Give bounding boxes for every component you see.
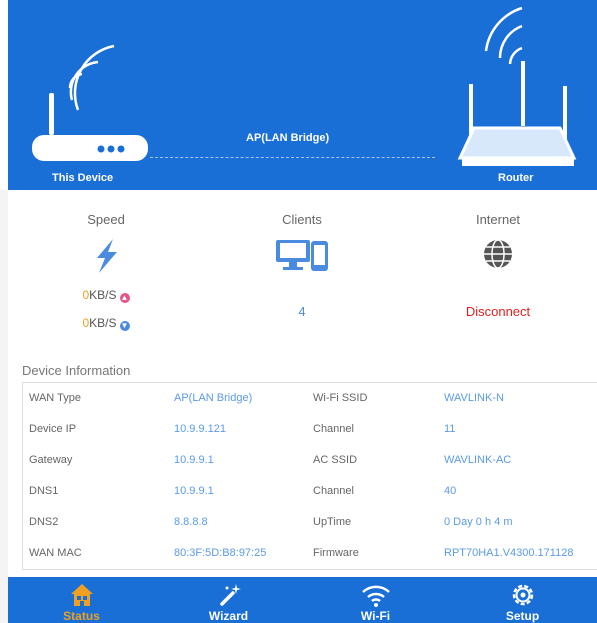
info-value: WAVLINK-N [444,392,504,404]
info-key: UpTime [313,516,352,528]
info-key: Channel [313,423,354,435]
tab-status[interactable]: Status [8,577,155,623]
internet-section: Internet Disconnect [400,190,596,355]
info-key: WAN MAC [29,547,82,559]
info-value: 40 [444,485,457,497]
internet-title: Internet [475,212,521,227]
tab-wifi[interactable]: Wi-Fi [302,577,449,623]
connection-mode: AP(LAN Bridge) [246,132,330,144]
info-row: DNS2 8.8.8.8 UpTime 0 Day 0 h 4 m [23,507,597,538]
tab-wizard[interactable]: Wizard [155,577,302,623]
upload-speed: 0KB/S ▲ [8,288,204,303]
tab-setup[interactable]: Setup [449,577,596,623]
info-value: 11 [444,423,456,435]
device-info-table: WAN Type AP(LAN Bridge) Wi-Fi SSID WAVLI… [22,382,597,570]
tab-label: Wizard [208,609,249,623]
info-value: 0 Day 0 h 4 m [444,516,513,528]
tab-label: Status [63,609,100,623]
speed-title: Speed [87,212,125,227]
wand-icon [219,584,241,606]
tab-label: Wi-Fi [360,609,391,623]
upload-unit: KB/S [89,288,117,302]
info-key: Device IP [29,423,77,435]
clients-count: 4 [298,304,306,319]
info-row: Gateway 10.9.9.1 AC SSID WAVLINK-AC [23,445,597,476]
download-unit: KB/S [89,316,117,330]
info-value: AP(LAN Bridge) [174,392,253,404]
device-info-section: Device Information WAN Type AP(LAN Bridg… [8,355,597,577]
router-icon [457,6,577,166]
info-value: 10.9.9.1 [174,485,214,497]
info-value: WAVLINK-AC [444,454,512,466]
info-row: WAN Type AP(LAN Bridge) Wi-Fi SSID WAVLI… [23,383,597,414]
info-row: DNS1 10.9.9.1 Channel 40 [23,476,597,507]
info-value: 10.9.9.1 [174,454,214,466]
info-value: 8.8.8.8 [174,516,208,528]
gear-icon [512,584,533,606]
internet-status: Disconnect [465,304,531,319]
info-key: DNS1 [29,485,59,497]
clients-title: Clients [282,212,322,227]
lightning-icon [97,239,117,273]
info-row: WAN MAC 80:3F:5D:B8:97:25 Firmware RPT70… [23,538,597,569]
info-value: 80:3F:5D:B8:97:25 [174,547,267,559]
download-arrow-icon: ▼ [119,321,130,331]
info-row: Device IP 10.9.9.121 Channel 11 [23,414,597,445]
info-value: RPT70HA1.V4300.171128 [444,547,574,559]
info-value: 10.9.9.121 [174,423,226,435]
info-key: Firmware [313,547,359,559]
left-margin [0,0,8,190]
wifi-icon [361,585,390,607]
info-key: Wi-Fi SSID [313,392,368,404]
clients-section: Clients 4 [204,190,400,355]
router-label: Router [498,172,534,184]
upload-arrow-icon: ▲ [119,293,130,303]
info-key: Channel [313,485,354,497]
info-key: DNS2 [29,516,59,528]
devices-icon [276,240,328,271]
hero-banner: This Device AP(LAN Bridge) Router [0,0,597,190]
info-key: AC SSID [313,454,358,466]
info-key: Gateway [29,454,73,466]
speed-section: Speed 0KB/S ▲ 0KB/S ▼ [8,190,204,355]
connection-line [150,157,435,158]
globe-icon [484,239,512,269]
download-speed: 0KB/S ▼ [8,316,204,331]
this-device-label: This Device [52,172,114,184]
stats-panel: Speed 0KB/S▲ 0KB/S▼ Clients 4 Internet [8,190,597,355]
this-device-icon [32,44,148,161]
home-icon [70,584,93,606]
device-info-title: Device Information [22,363,131,378]
bottom-tab-bar: Status Wizard Wi-Fi Setup [8,577,597,623]
tab-label: Setup [505,609,540,623]
info-key: WAN Type [29,392,81,404]
